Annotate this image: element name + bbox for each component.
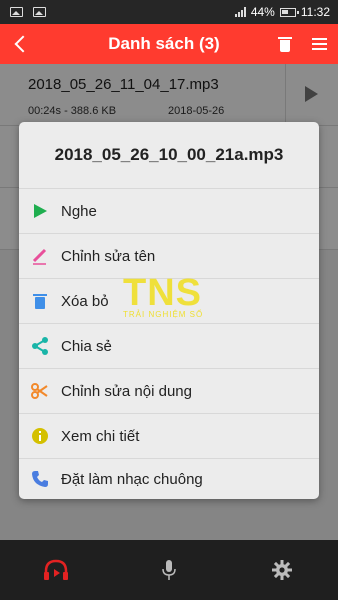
option-label: Đặt làm nhạc chuông	[61, 470, 203, 488]
trash-icon	[33, 294, 47, 309]
clock: 11:32	[300, 5, 330, 19]
dialog-title: 2018_05_26_10_00_21a.mp3	[54, 145, 284, 164]
gear-icon	[271, 560, 292, 580]
signal-icon	[234, 7, 246, 17]
delete-button[interactable]	[270, 36, 300, 52]
option-share[interactable]: Chia sẻ	[19, 323, 319, 368]
nav-recordings[interactable]	[0, 540, 113, 600]
nav-settings[interactable]	[225, 540, 338, 600]
app-header: Danh sách (3)	[0, 24, 338, 64]
option-play[interactable]: Nghe	[19, 188, 319, 233]
option-label: Chia sẻ	[61, 337, 112, 355]
option-label: Xem chi tiết	[61, 427, 140, 445]
image-notification-icon	[10, 7, 23, 17]
option-details[interactable]: Xem chi tiết	[19, 413, 319, 458]
share-icon	[32, 337, 48, 355]
trash-icon	[278, 36, 292, 52]
app-screen: 44% 11:32 Danh sách (3) 2018_05_26_11_04…	[0, 0, 338, 600]
option-label: Nghe	[61, 202, 97, 220]
nav-record[interactable]	[113, 540, 226, 600]
battery-icon	[279, 7, 299, 17]
option-rename[interactable]: Chỉnh sửa tên	[19, 233, 319, 278]
play-icon	[34, 204, 47, 218]
option-delete[interactable]: Xóa bỏ	[19, 278, 319, 323]
scissors-icon	[31, 383, 48, 399]
microphone-icon	[162, 560, 176, 580]
battery-percent: 44%	[250, 5, 275, 19]
back-arrow-icon	[14, 35, 32, 53]
option-label: Chỉnh sửa nội dung	[61, 382, 192, 400]
bottom-navigation	[0, 540, 338, 600]
headphones-play-icon	[44, 559, 69, 580]
status-bar: 44% 11:32	[0, 0, 338, 24]
option-set-ringtone[interactable]: Đặt làm nhạc chuông	[19, 458, 319, 499]
back-button[interactable]	[0, 24, 40, 64]
menu-button[interactable]	[300, 38, 338, 50]
options-dialog: 2018_05_26_10_00_21a.mp3 Nghe Chỉnh sửa …	[19, 122, 319, 499]
option-label: Chỉnh sửa tên	[61, 247, 156, 265]
page-title: Danh sách (3)	[108, 34, 220, 53]
phone-icon	[32, 471, 48, 487]
gallery-notification-icon	[33, 7, 46, 17]
option-label: Xóa bỏ	[61, 292, 109, 310]
info-icon	[32, 428, 48, 444]
pencil-icon	[32, 248, 47, 265]
option-edit-content[interactable]: Chỉnh sửa nội dung	[19, 368, 319, 413]
